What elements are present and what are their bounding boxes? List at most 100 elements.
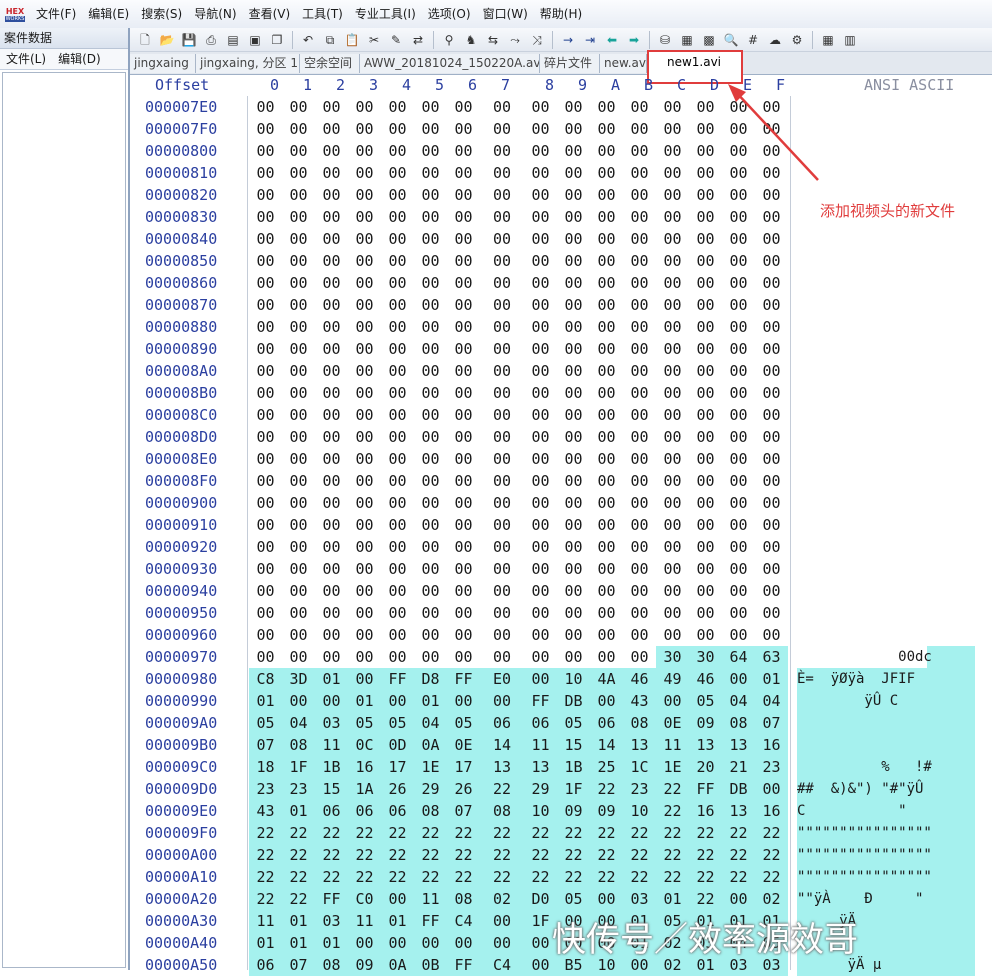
menu-item-7[interactable]: 选项(O) [422,0,477,28]
hex-byte[interactable]: 13 [480,756,524,778]
hex-byte[interactable]: 00 [414,602,447,624]
hex-byte[interactable]: 00 [381,646,414,668]
hex-byte[interactable]: D8 [414,668,447,690]
hex-byte[interactable]: 00 [689,514,722,536]
hex-byte[interactable]: 00 [524,536,557,558]
hex-byte[interactable]: 00 [315,426,348,448]
hex-byte[interactable]: 00 [381,316,414,338]
hex-byte[interactable]: 00 [282,316,315,338]
hex-byte[interactable]: 00 [623,96,656,118]
hex-byte[interactable]: 00 [722,580,755,602]
hex-byte[interactable]: 0A [381,954,414,976]
hex-byte[interactable]: 00 [755,250,788,272]
hex-byte[interactable]: 15 [557,734,590,756]
hex-byte[interactable]: 00 [282,184,315,206]
menu-item-1[interactable]: 编辑(E) [82,0,135,28]
hex-byte[interactable]: 00 [755,426,788,448]
hex-byte[interactable]: 00 [381,514,414,536]
hex-byte[interactable]: 00 [249,602,282,624]
hex-byte[interactable]: 00 [656,580,689,602]
hex-byte[interactable]: 00 [722,250,755,272]
hex-byte[interactable]: 1F [282,756,315,778]
hex-byte[interactable]: 00 [656,492,689,514]
hex-byte[interactable]: 00 [447,580,480,602]
hex-byte[interactable]: 00 [480,360,524,382]
hex-byte[interactable]: 00 [722,316,755,338]
hex-byte[interactable]: 00 [590,558,623,580]
hex-byte[interactable]: 00 [249,492,282,514]
calc-icon[interactable]: ▩ [700,31,718,49]
hex-byte[interactable]: 22 [689,844,722,866]
hex-byte[interactable]: 01 [249,690,282,712]
write-icon[interactable]: ✎ [387,31,405,49]
hex-byte[interactable]: 00 [689,316,722,338]
hex-byte[interactable]: 22 [590,844,623,866]
hex-byte[interactable]: 00 [524,228,557,250]
hex-byte[interactable]: 22 [623,822,656,844]
hex-byte[interactable]: 00 [656,404,689,426]
hex-byte[interactable]: 00 [623,140,656,162]
hex-byte[interactable]: 00 [656,514,689,536]
hex-byte[interactable]: 02 [480,888,524,910]
hex-byte[interactable]: 00 [689,206,722,228]
hex-byte[interactable]: 00 [414,932,447,954]
case-data-tree[interactable] [2,72,126,968]
hex-byte[interactable]: 00 [524,404,557,426]
ascii-text[interactable] [797,470,975,492]
hex-byte[interactable]: 22 [689,866,722,888]
hex-byte[interactable]: 00 [348,580,381,602]
hex-byte[interactable]: 00 [381,96,414,118]
hex-byte[interactable]: 20 [689,756,722,778]
hex-byte[interactable]: 00 [447,470,480,492]
hex-byte[interactable]: 00 [315,580,348,602]
hex-byte[interactable]: 00 [524,492,557,514]
hex-byte[interactable]: 22 [249,822,282,844]
hex-byte[interactable]: 00 [414,558,447,580]
hex-byte[interactable]: 00 [689,184,722,206]
hex-byte[interactable]: 00 [623,646,656,668]
hex-byte[interactable]: 00 [447,448,480,470]
hex-byte[interactable]: 00 [755,448,788,470]
hex-byte[interactable]: 22 [689,888,722,910]
hex-byte[interactable]: 00 [480,382,524,404]
hex-byte[interactable]: 00 [282,404,315,426]
hex-byte[interactable]: 00 [755,272,788,294]
hex-byte[interactable]: 00 [689,140,722,162]
hex-byte[interactable]: 02 [755,888,788,910]
hex-byte[interactable]: 06 [524,712,557,734]
hex-byte[interactable]: 11 [249,910,282,932]
hex-byte[interactable]: 00 [623,272,656,294]
hex-byte[interactable]: 00 [348,360,381,382]
hex-byte[interactable]: 00 [282,228,315,250]
ascii-text[interactable] [797,404,975,426]
ascii-text[interactable]: 00dc [797,646,975,668]
hex-byte[interactable]: 00 [249,404,282,426]
hex-byte[interactable]: 00 [557,206,590,228]
ascii-text[interactable] [797,250,975,272]
hex-byte[interactable]: C4 [480,954,524,976]
hex-byte[interactable]: 00 [315,272,348,294]
hex-byte[interactable]: 00 [623,250,656,272]
hex-byte[interactable]: 00 [381,492,414,514]
hex-byte[interactable]: 00 [755,492,788,514]
hex-byte[interactable]: 00 [282,580,315,602]
hex-byte[interactable]: 0E [447,734,480,756]
ascii-text[interactable] [797,272,975,294]
hex-byte[interactable]: 0A [414,734,447,756]
hex-byte[interactable]: 00 [282,514,315,536]
hex-byte[interactable]: 00 [282,690,315,712]
hex-byte[interactable]: 00 [557,360,590,382]
hex-byte[interactable]: 01 [282,800,315,822]
hex-byte[interactable]: 00 [414,448,447,470]
hex-byte[interactable]: 00 [590,382,623,404]
hex-byte[interactable]: 22 [414,866,447,888]
hex-byte[interactable]: 11 [348,910,381,932]
hex-byte[interactable]: 26 [381,778,414,800]
hex-byte[interactable]: 10 [623,800,656,822]
hex-byte[interactable]: 00 [689,448,722,470]
hex-byte[interactable]: 04 [282,712,315,734]
hex-byte[interactable]: 00 [381,448,414,470]
hex-byte[interactable]: 00 [447,206,480,228]
hex-byte[interactable]: 00 [480,404,524,426]
gear-icon[interactable]: ⚙ [788,31,806,49]
